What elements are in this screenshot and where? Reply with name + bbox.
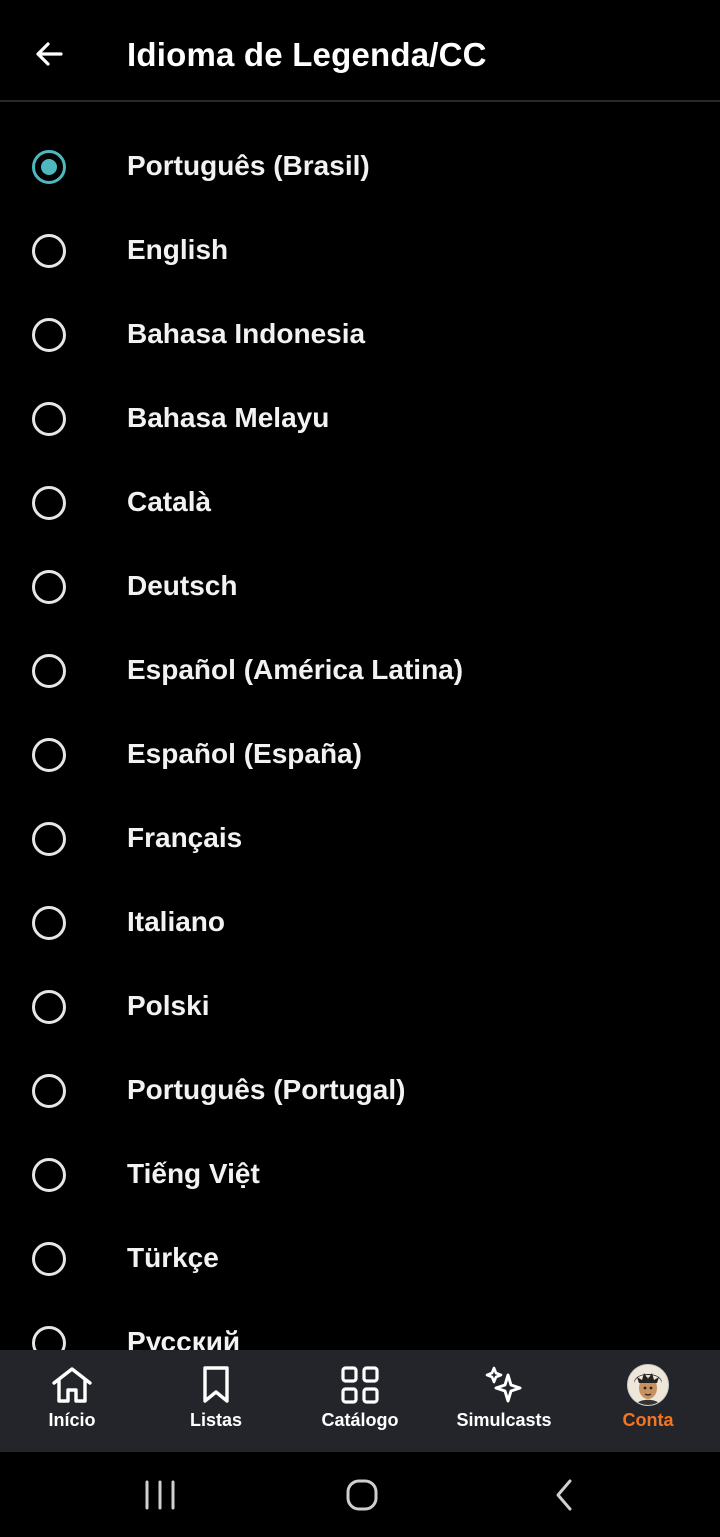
tab-label: Listas [189,1410,243,1430]
page-title: Idioma de Legenda/CC [127,36,487,73]
language-option-label: Polski [127,990,210,1021]
language-option-label: Türkçe [127,1242,219,1273]
radio-button[interactable] [32,486,66,520]
language-option-label: Bahasa Melayu [127,402,330,433]
subtitle-language-list: Português (Brasil) English Bahasa Indone… [0,104,720,1350]
back-chevron-icon [556,1479,572,1511]
language-option-label: Italiano [127,906,226,937]
radio-button[interactable] [32,1158,66,1192]
language-option-label: Português (Portugal) [127,1074,406,1105]
home-icon [52,1367,92,1403]
language-option[interactable]: Tiếng Việt [0,1132,720,1216]
language-option-label: Deutsch [127,570,238,601]
bookmark-icon [203,1366,229,1403]
language-option[interactable]: Català [0,460,720,544]
language-option[interactable]: Español (España) [0,712,720,796]
language-option[interactable]: Français [0,796,720,880]
arrow-left-icon [36,42,63,66]
language-option-label: Tiếng Việt [127,1158,260,1189]
radio-button[interactable] [32,570,66,604]
tab-inicio[interactable]: Início [0,1350,144,1452]
tab-conta[interactable]: Conta [576,1350,720,1452]
radio-button[interactable] [32,654,66,688]
system-navigation-bar [0,1452,720,1537]
home-circle-icon [346,1479,378,1511]
tab-label: Conta [622,1410,674,1430]
language-option[interactable]: Türkçe [0,1216,720,1300]
radio-button[interactable] [32,234,66,268]
language-option[interactable]: Bahasa Melayu [0,376,720,460]
language-option-label: Bahasa Indonesia [127,318,366,349]
sparkles-icon [485,1366,522,1403]
radio-button[interactable] [32,822,66,856]
tab-label: Catálogo [321,1410,399,1430]
tab-catalogo[interactable]: Catálogo [288,1350,432,1452]
avatar [627,1364,669,1406]
grid-icon [341,1366,379,1404]
radio-button[interactable] [32,906,66,940]
language-option[interactable]: English [0,208,720,292]
radio-button[interactable] [32,318,66,352]
language-option[interactable]: Português (Brasil) [0,124,720,208]
radio-button[interactable] [32,402,66,436]
radio-button[interactable] [32,1242,66,1276]
language-option-label: Español (España) [127,738,362,769]
language-option[interactable]: Bahasa Indonesia [0,292,720,376]
tab-label: Início [48,1410,96,1430]
radio-button-selected[interactable] [32,150,66,184]
tab-simulcasts[interactable]: Simulcasts [432,1350,576,1452]
language-option-label: Русский [127,1326,241,1350]
system-back-button[interactable] [534,1472,594,1518]
recent-apps-icon [145,1480,175,1510]
top-app-bar: Idioma de Legenda/CC [0,0,720,102]
language-option[interactable]: Português (Portugal) [0,1048,720,1132]
language-option[interactable]: Polski [0,964,720,1048]
language-option-label: Português (Brasil) [127,150,370,181]
tab-listas[interactable]: Listas [144,1350,288,1452]
bottom-tab-bar: Início Listas Catálogo Simulcasts Conta [0,1350,720,1452]
radio-button[interactable] [32,990,66,1024]
radio-button[interactable] [32,738,66,772]
language-option[interactable]: Español (América Latina) [0,628,720,712]
radio-button[interactable] [32,1074,66,1108]
language-option-label: English [127,234,229,265]
language-option[interactable]: Deutsch [0,544,720,628]
language-option-label: Català [127,486,212,517]
back-button[interactable] [22,27,76,81]
language-option[interactable]: Italiano [0,880,720,964]
tab-label: Simulcasts [456,1410,552,1430]
language-option-label: Español (América Latina) [127,654,464,685]
recent-apps-button[interactable] [130,1472,190,1518]
radio-button[interactable] [32,1326,66,1350]
language-option[interactable]: Русский [0,1300,720,1350]
system-home-button[interactable] [332,1472,392,1518]
language-option-label: Français [127,822,243,853]
